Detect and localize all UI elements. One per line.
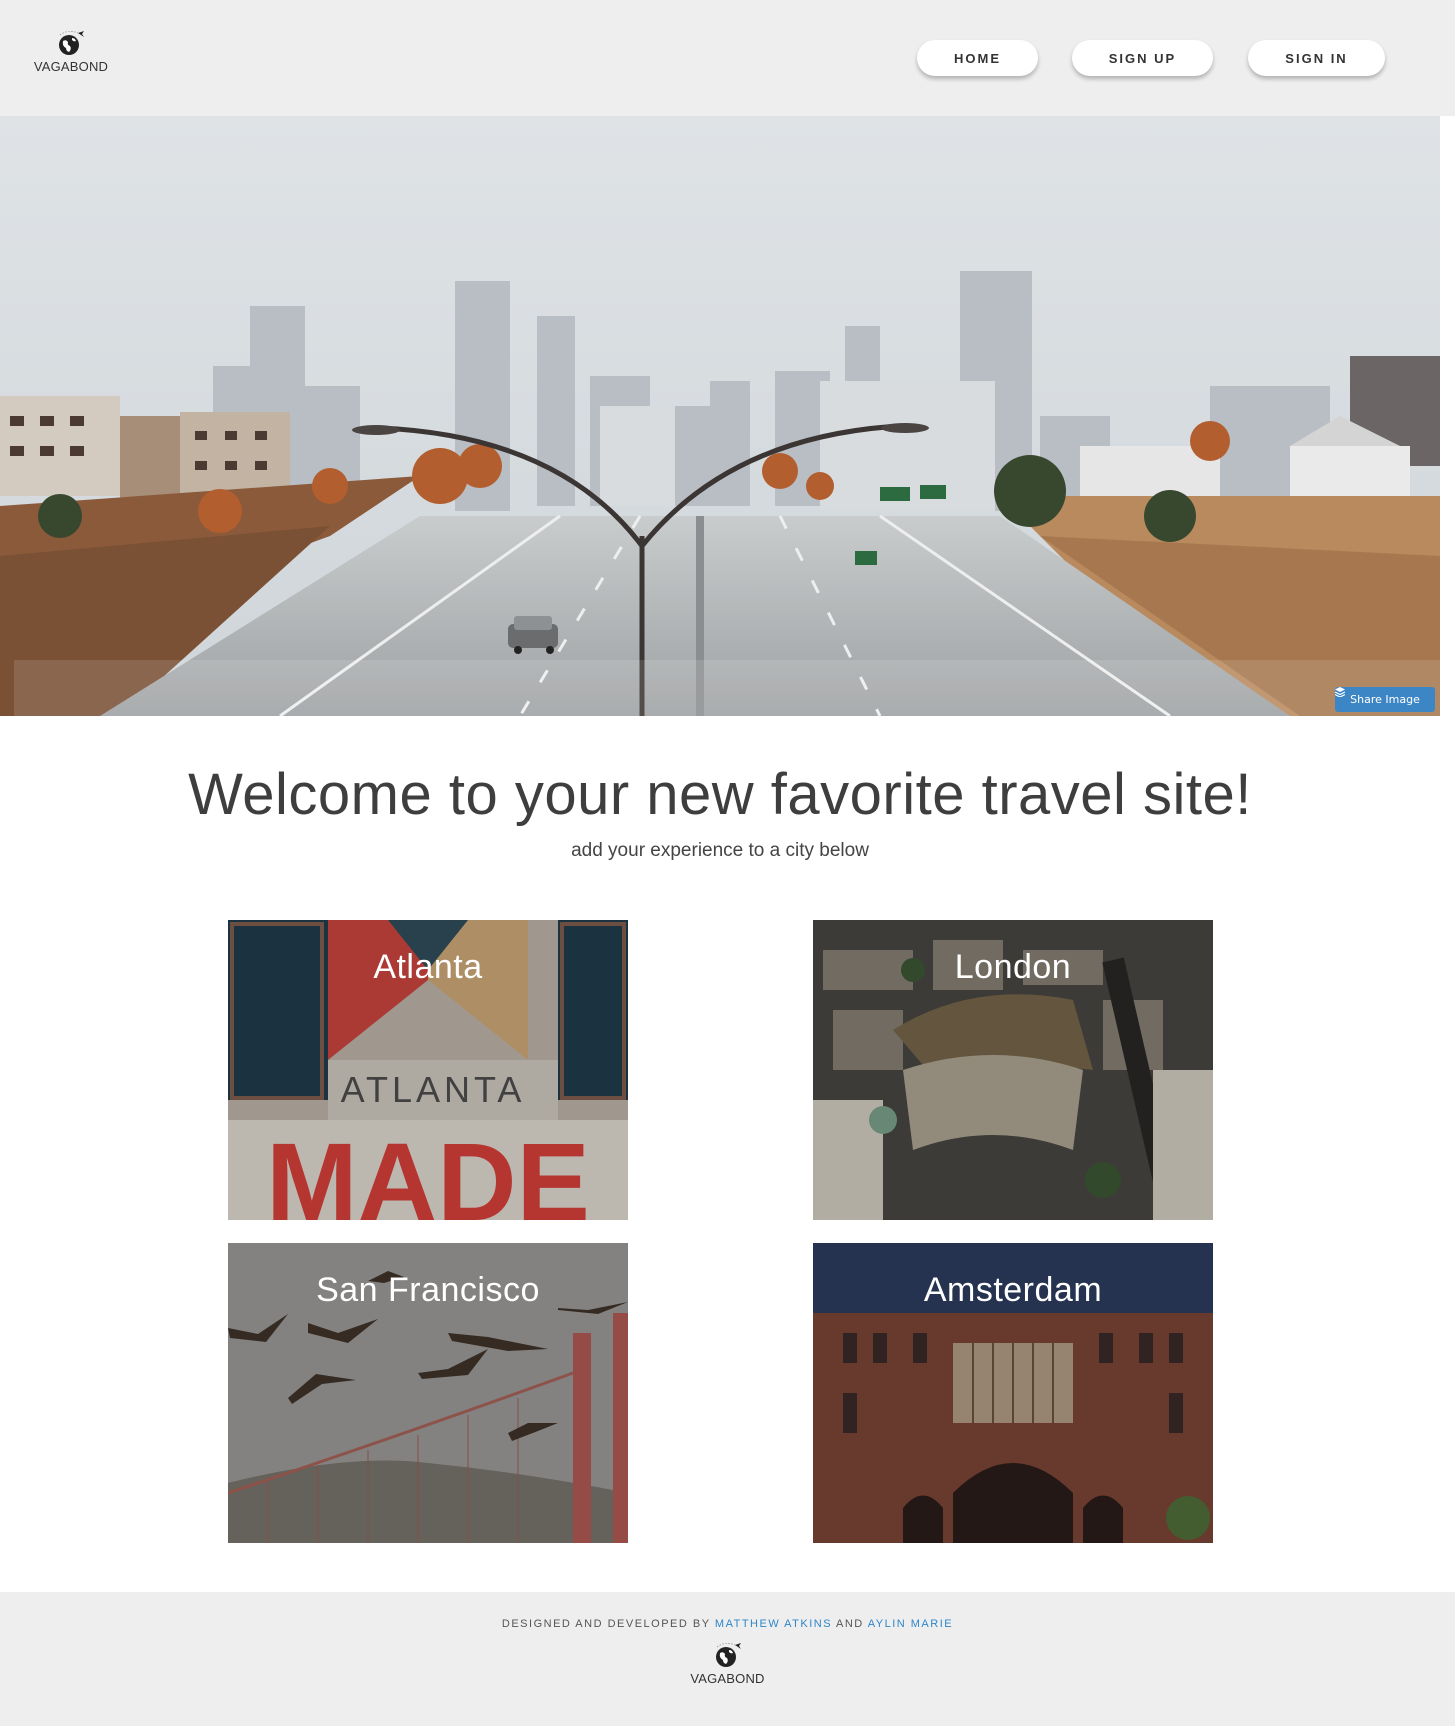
city-title-atlanta: Atlanta [373, 948, 483, 986]
city-card-london[interactable]: London [813, 920, 1213, 1220]
footer-logo[interactable]: VAGABOND [683, 1640, 773, 1686]
welcome-subtitle: add your experience to a city below [571, 840, 869, 861]
author-link-aylin-marie[interactable]: AYLIN MARIE [868, 1618, 953, 1630]
city-card-amsterdam[interactable]: Amsterdam [813, 1243, 1213, 1543]
sign-up-button[interactable]: SIGN UP [1072, 40, 1213, 76]
footer-logo-text: VAGABOND [690, 1671, 765, 1686]
author-link-matthew-atkins[interactable]: MATTHEW ATKINS [715, 1618, 832, 1630]
site-header: VAGABOND HOME SIGN UP SIGN IN [0, 0, 1455, 116]
sign-in-button[interactable]: SIGN IN [1248, 40, 1385, 76]
home-button[interactable]: HOME [917, 40, 1038, 76]
welcome-title: Welcome to your new favorite travel site… [188, 762, 1252, 827]
city-title-amsterdam: Amsterdam [923, 1271, 1103, 1309]
hero-caption-bar [14, 660, 1440, 716]
globe-plane-icon [715, 1643, 741, 1667]
city-card-san-francisco[interactable]: San Francisco [228, 1243, 628, 1543]
hero-highway-photo [0, 116, 1440, 716]
vagabond-logo[interactable]: VAGABOND [26, 28, 116, 74]
layers-icon [1335, 687, 1345, 697]
welcome-section: Welcome to your new favorite travel site… [0, 760, 1440, 862]
city-title-san-francisco: San Francisco [316, 1271, 540, 1309]
footer-credit-prefix: DESIGNED AND DEVELOPED BY [501, 1618, 711, 1630]
site-footer: DESIGNED AND DEVELOPED BY MATTHEW ATKINS… [0, 1592, 1455, 1726]
share-image-button[interactable]: Share Image [1335, 687, 1435, 712]
share-image-label: Share Image [1350, 693, 1420, 706]
footer-credit: DESIGNED AND DEVELOPED BY MATTHEW ATKINS… [0, 1618, 1455, 1630]
city-title-london: London [954, 948, 1072, 986]
logo-text: VAGABOND [33, 59, 109, 74]
hero-image: Share Image [0, 116, 1440, 716]
city-card-atlanta[interactable]: ATLANTA MADE Atlanta [228, 920, 628, 1220]
globe-plane-icon [59, 31, 84, 55]
footer-credit-joiner: AND [836, 1618, 864, 1630]
